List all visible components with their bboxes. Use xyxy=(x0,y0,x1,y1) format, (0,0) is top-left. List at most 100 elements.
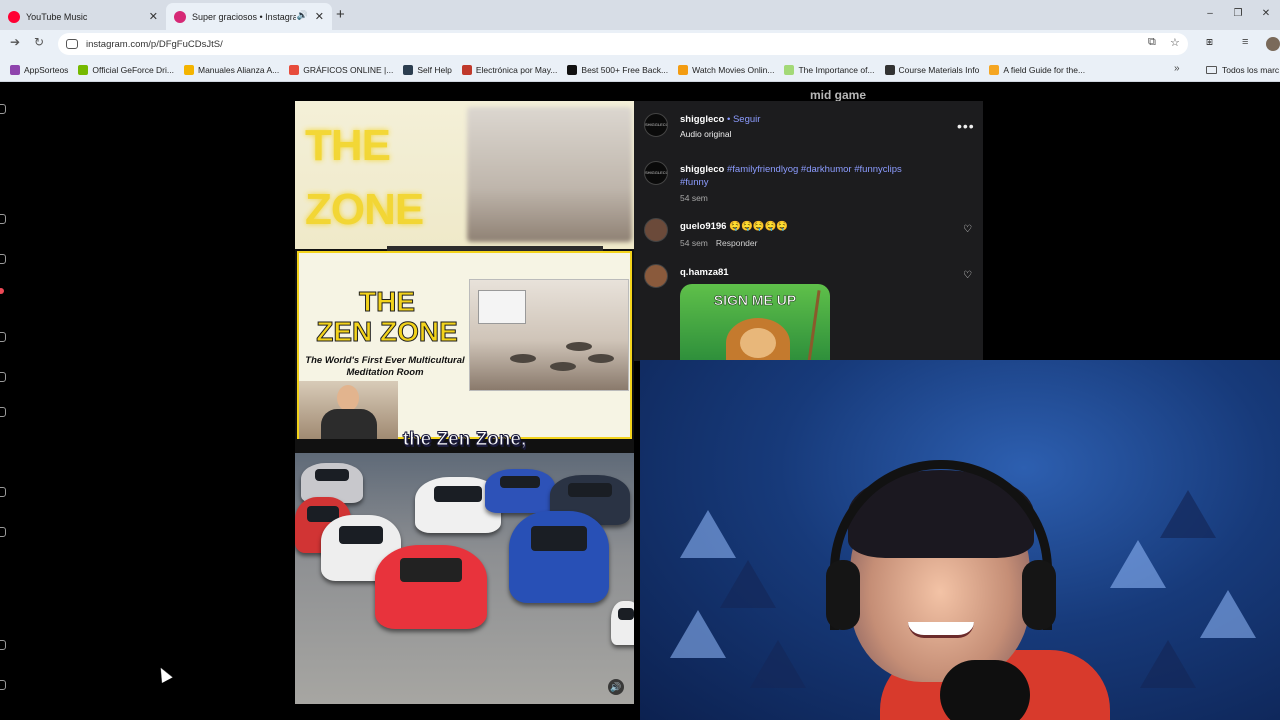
tab-title: Super graciosos • Instagram xyxy=(192,11,296,22)
url-text: instagram.com/p/DFgFuCDsJtS/ xyxy=(86,38,223,50)
presenter-face xyxy=(337,385,359,411)
instagram-nav-rail xyxy=(0,82,12,720)
forward-icon[interactable]: ➔ xyxy=(10,35,20,49)
race-car xyxy=(509,511,609,603)
blurred-title-line: ZONE xyxy=(305,185,424,234)
like-heart-icon[interactable]: ♡ xyxy=(963,224,972,235)
instagram-logo-icon[interactable] xyxy=(0,104,6,114)
cushion xyxy=(588,354,614,363)
like-heart-icon[interactable]: ♡ xyxy=(963,270,972,281)
bookmark-item[interactable]: Self Help xyxy=(403,64,452,75)
sticker-lion-face xyxy=(740,328,776,358)
comment-username[interactable]: guelo9196 xyxy=(680,221,726,232)
bookmark-item[interactable]: AppSorteos xyxy=(10,64,68,75)
bookmark-item[interactable]: The Importance of... xyxy=(784,64,875,75)
race-car xyxy=(375,545,487,629)
address-bar[interactable]: instagram.com/p/DFgFuCDsJtS/ xyxy=(58,33,1188,55)
cushion xyxy=(566,342,592,351)
caption-username[interactable]: shiggleco xyxy=(680,164,724,175)
headphone-cup xyxy=(1022,560,1056,630)
caption-comment: shiggleco #familyfriendlyog #darkhumor #… xyxy=(680,163,920,189)
bookmarks-bar: AppSorteos Official GeForce Dri... Manua… xyxy=(0,58,1280,82)
mute-toggle-icon[interactable]: 🔊 xyxy=(608,679,624,695)
reels-icon[interactable] xyxy=(0,372,6,382)
wall-panel xyxy=(750,640,806,688)
close-tab-icon[interactable]: ✕ xyxy=(315,10,324,23)
media-control-icon[interactable]: ≡ xyxy=(1242,36,1248,48)
cushion xyxy=(550,362,576,371)
instagram-favicon-icon xyxy=(174,10,186,23)
author-username[interactable]: shiggleco xyxy=(680,114,724,125)
bookmark-item[interactable]: Official GeForce Dri... xyxy=(78,64,174,75)
sticker-text: SIGN ME UP xyxy=(713,292,797,309)
extensions-icon[interactable]: ⧆ xyxy=(1206,36,1213,49)
follow-button[interactable]: Seguir xyxy=(733,114,760,125)
post-comments-panel: SHIGGLECO shiggleco • Seguir Audio origi… xyxy=(634,101,983,361)
close-window-button[interactable]: ✕ xyxy=(1252,0,1280,30)
tab-youtube-music[interactable]: YouTube Music ✕ xyxy=(0,3,166,30)
bookmark-favicon-icon xyxy=(567,64,578,75)
commenter-avatar[interactable] xyxy=(644,218,668,242)
author-avatar[interactable]: SHIGGLECO xyxy=(644,161,668,185)
minimize-button[interactable]: – xyxy=(1196,0,1224,30)
all-bookmarks-folder[interactable]: Todos los marc xyxy=(1206,58,1279,82)
video-caption: the Zen Zone, xyxy=(402,429,527,451)
profile-avatar[interactable] xyxy=(1266,37,1280,51)
menu-icon[interactable] xyxy=(0,640,6,650)
bookmark-favicon-icon xyxy=(10,64,20,75)
caption-hashtag[interactable]: #funny xyxy=(680,177,709,188)
wall-panel xyxy=(1140,640,1196,688)
race-car xyxy=(485,469,555,513)
bookmark-favicon-icon xyxy=(884,64,895,75)
blurred-title-line: THE xyxy=(305,121,391,170)
reply-button[interactable]: Responder xyxy=(716,238,758,248)
install-app-icon[interactable]: ⧉ xyxy=(1148,36,1156,49)
bookmark-item[interactable]: Watch Movies Onlin... xyxy=(678,64,774,75)
headphone-cup xyxy=(826,560,860,630)
new-tab-button[interactable]: + xyxy=(336,6,345,23)
messages-icon[interactable] xyxy=(0,407,6,417)
profile-icon[interactable] xyxy=(0,527,6,537)
bookmark-item[interactable]: Electrónica por May... xyxy=(461,64,557,75)
site-info-icon[interactable] xyxy=(66,39,78,49)
reload-icon[interactable]: ↻ xyxy=(34,35,44,49)
bookmark-item[interactable]: Best 500+ Free Back... xyxy=(567,64,668,75)
tab-instagram[interactable]: Super graciosos • Instagram 🔊 ✕ xyxy=(166,3,332,30)
microphone xyxy=(940,660,1030,720)
wall-panel xyxy=(670,610,726,658)
close-tab-icon[interactable]: ✕ xyxy=(149,10,158,23)
commenter-avatar[interactable] xyxy=(644,264,668,288)
slide-title: THE ZEN ZONE xyxy=(316,286,459,347)
create-icon[interactable] xyxy=(0,487,6,497)
comment-username[interactable]: q.hamza81 xyxy=(680,267,729,278)
caption-time: 54 sem xyxy=(680,193,708,203)
more-bookmarks-icon[interactable]: » xyxy=(1174,63,1180,74)
explore-icon[interactable] xyxy=(0,332,6,342)
mouse-cursor-icon xyxy=(155,665,173,683)
maximize-button[interactable]: ❐ xyxy=(1224,0,1252,30)
audio-label[interactable]: Audio original xyxy=(680,129,732,139)
author-avatar[interactable]: SHIGGLECO xyxy=(644,113,668,137)
comment-time: 54 sem xyxy=(680,238,708,248)
bookmark-item[interactable]: Course Materials Info xyxy=(884,64,979,75)
bookmark-item[interactable]: A field Guide for the... xyxy=(989,64,1085,75)
wall-panel xyxy=(720,560,776,608)
post-video[interactable]: THE ZONE THE ZEN ZONE The World's First E… xyxy=(295,101,634,704)
home-icon[interactable] xyxy=(0,214,6,224)
browser-toolbar: ➔ ↻ instagram.com/p/DFgFuCDsJtS/ ⧉ ☆ ⧆ ≡ xyxy=(0,30,1280,58)
bookmark-item[interactable]: Manuales Alianza A... xyxy=(183,64,279,75)
video-frame-slide: THE ZEN ZONE The World's First Ever Multi… xyxy=(297,251,632,439)
notification-badge xyxy=(0,288,4,294)
folder-icon xyxy=(1206,66,1217,74)
instagram-page: mid game THE ZONE THE ZEN ZONE The World'… xyxy=(0,82,1280,720)
bookmark-item[interactable]: GRÁFICOS ONLINE |... xyxy=(289,64,393,75)
slide-subtitle: The World's First Ever Multicultural Med… xyxy=(305,355,465,378)
speaker-icon[interactable]: 🔊 xyxy=(297,10,308,21)
bookmark-favicon-icon xyxy=(183,64,194,75)
bookmark-star-icon[interactable]: ☆ xyxy=(1170,36,1180,49)
bookmark-favicon-icon xyxy=(678,64,689,75)
caption-hashtags[interactable]: #familyfriendlyog #darkhumor #funnyclips xyxy=(727,164,902,175)
search-icon[interactable] xyxy=(0,254,6,264)
threads-icon[interactable] xyxy=(0,680,6,690)
more-horizontal-icon[interactable]: ••• xyxy=(957,118,975,134)
